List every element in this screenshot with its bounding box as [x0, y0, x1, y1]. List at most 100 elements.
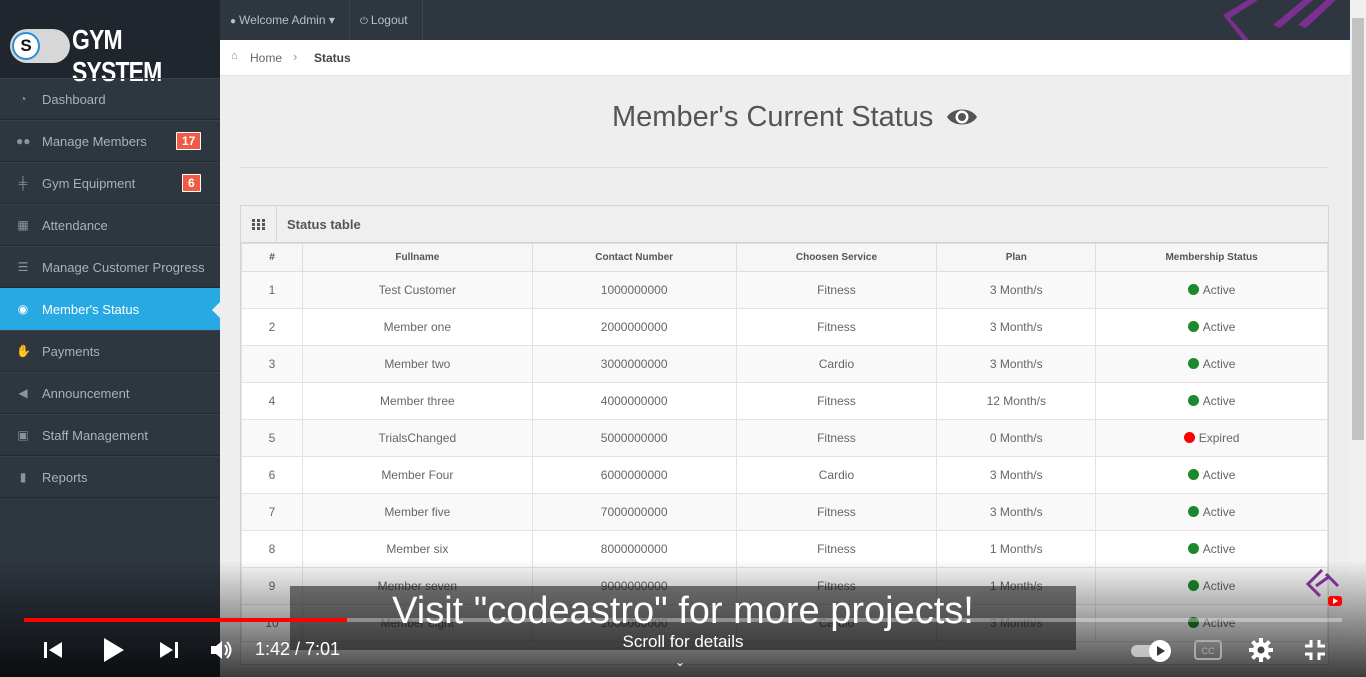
table-cell: 7000000000: [531, 493, 737, 531]
sidebar-item-label: Member's Status: [42, 301, 140, 317]
sidebar-item-label: Reports: [42, 469, 88, 485]
status-dot-icon: [1187, 321, 1199, 332]
table-row: 4 Member three 4000000000 Fitness 12 Month/s…: [241, 382, 1328, 420]
autoplay-toggle[interactable]: [1130, 639, 1174, 663]
table-cell: 3 Month/s: [936, 271, 1097, 309]
table-cell: 2: [241, 308, 303, 346]
table-cell: 4000000000: [531, 382, 737, 420]
table-cell: 1: [241, 271, 303, 309]
app-logo[interactable]: S GYM SYSTEM: [0, 0, 220, 87]
calendar-icon: ▦: [17, 218, 29, 232]
widget-header: Status table: [241, 206, 1328, 243]
sidebar-item-label: Attendance: [42, 217, 108, 233]
video-caption: Visit "codeastro" for more projects!: [392, 590, 974, 632]
logo-letter: S: [12, 32, 40, 60]
status-label: Active: [1202, 542, 1236, 556]
dashboard-icon: ◔: [19, 92, 27, 106]
sidebar-item-staff-management[interactable]: ▣ Staff Management: [0, 414, 220, 456]
sidebar-item-gym-equipment[interactable]: ╪ Gym Equipment 6: [0, 162, 220, 204]
table-cell: Test Customer: [301, 271, 533, 309]
sidebar-item-manage-customer-progress[interactable]: ☰ Manage Customer Progress: [0, 246, 220, 288]
gym-system-app: S GYM SYSTEM ◔ Dashboard ●● Manage Members 1…: [0, 0, 1366, 677]
captions-icon[interactable]: CC: [1194, 640, 1222, 660]
welcome-admin-menu[interactable]: ● Welcome Admin ▾: [220, 0, 350, 40]
sidebar-item-dashboard[interactable]: ◔ Dashboard: [0, 78, 220, 120]
column-header[interactable]: Plan: [936, 243, 1097, 272]
table-cell: Expired: [1095, 419, 1328, 457]
scroll-for-details[interactable]: Scroll for details: [583, 632, 783, 652]
chevron-right-icon: ›: [293, 49, 298, 64]
breadcrumb-home[interactable]: Home: [250, 51, 282, 65]
file-icon: ▮: [19, 470, 27, 484]
table-row: 6 Member Four 6000000000 Cardio 3 Month/s Act…: [241, 456, 1328, 494]
home-icon[interactable]: ⌂: [231, 50, 238, 62]
table-cell: Member one: [301, 308, 533, 346]
table-row: 2 Member one 2000000000 Fitness 3 Month/s Act…: [241, 308, 1328, 346]
settings-icon[interactable]: [1249, 638, 1273, 662]
table-cell: Fitness: [735, 271, 938, 309]
table-cell: Active: [1095, 308, 1328, 346]
table-cell: 3 Month/s: [936, 456, 1097, 494]
logout-button[interactable]: ⏻ Logout: [350, 0, 423, 40]
sidebar-item-manage-members[interactable]: ●● Manage Members 17: [0, 120, 220, 162]
title-divider: [240, 167, 1329, 168]
table-cell: Member five: [301, 493, 533, 531]
table-cell: Cardio: [735, 456, 938, 494]
previous-icon[interactable]: [42, 640, 64, 660]
status-dot-icon: [1187, 284, 1199, 295]
user-icon: ●: [230, 16, 237, 27]
eye-icon: [947, 109, 977, 125]
exit-fullscreen-icon[interactable]: [1303, 638, 1327, 662]
column-header[interactable]: Fullname: [301, 243, 533, 272]
status-label: Expired: [1198, 431, 1240, 445]
status-dot-icon: [1187, 506, 1199, 517]
table-cell: 5: [241, 419, 303, 457]
volume-icon[interactable]: [210, 639, 236, 661]
scrollbar-thumb[interactable]: [1352, 18, 1364, 440]
count-badge: 6: [182, 174, 201, 192]
table-cell: 7: [241, 493, 303, 531]
table-header-row: # Fullname Contact Number Choosen Service Pl…: [241, 243, 1328, 272]
header-divider: [276, 206, 277, 243]
welcome-label: Welcome Admin: [239, 13, 326, 27]
status-label: Active: [1202, 468, 1236, 482]
breadcrumb: ⌂ Home › Status: [220, 40, 1350, 76]
video-time: 1:42 / 7:01: [255, 639, 341, 659]
column-header[interactable]: Contact Number: [531, 243, 737, 272]
table-cell: Member two: [301, 345, 533, 383]
dumbbell-icon: ╪: [18, 176, 28, 190]
sidebar-item-announcement[interactable]: ◀ Announcement: [0, 372, 220, 414]
status-label: Active: [1202, 505, 1236, 519]
table-row: 7 Member five 7000000000 Fitness 3 Month/s Ac…: [241, 493, 1328, 531]
table-cell: 3 Month/s: [936, 493, 1097, 531]
table-cell: 4: [241, 382, 303, 420]
table-cell: Member Four: [301, 456, 533, 494]
table-cell: Active: [1095, 271, 1328, 309]
play-icon[interactable]: [100, 636, 126, 664]
next-icon[interactable]: [158, 640, 180, 660]
status-dot-icon: [1187, 543, 1199, 554]
status-label: Active: [1202, 394, 1236, 408]
sidebar-item-attendance[interactable]: ▦ Attendance: [0, 204, 220, 246]
sidebar-item-member-s-status[interactable]: ◉ Member's Status: [0, 288, 220, 330]
table-row: 3 Member two 3000000000 Cardio 3 Month/s Acti…: [241, 345, 1328, 383]
page-title: Member's Current Status: [612, 101, 934, 133]
column-header[interactable]: Membership Status: [1095, 243, 1328, 272]
video-progress-fill: [24, 618, 347, 622]
caret-down-icon: ▾: [325, 13, 335, 27]
sidebar-item-label: Manage Members: [42, 133, 147, 149]
eye-icon: ◉: [17, 302, 29, 316]
chevron-down-icon[interactable]: ⌄: [675, 655, 685, 669]
sidebar-item-payments[interactable]: ✋ Payments: [0, 330, 220, 372]
svg-text:CC: CC: [1202, 646, 1215, 656]
sidebar-item-reports[interactable]: ▮ Reports: [0, 456, 220, 498]
column-header[interactable]: Choosen Service: [735, 243, 938, 272]
table-row: 5 TrialsChanged 5000000000 Fitness 0 Month/s…: [241, 419, 1328, 457]
status-dot-icon: [1187, 395, 1199, 406]
count-badge: 17: [176, 132, 202, 150]
channel-watermark-icon[interactable]: [1302, 568, 1344, 608]
status-label: Active: [1202, 320, 1236, 334]
column-header[interactable]: #: [241, 243, 303, 272]
status-dot-icon: [1187, 469, 1199, 480]
top-bar: ● Welcome Admin ▾ ⏻ Logout: [220, 0, 1366, 40]
